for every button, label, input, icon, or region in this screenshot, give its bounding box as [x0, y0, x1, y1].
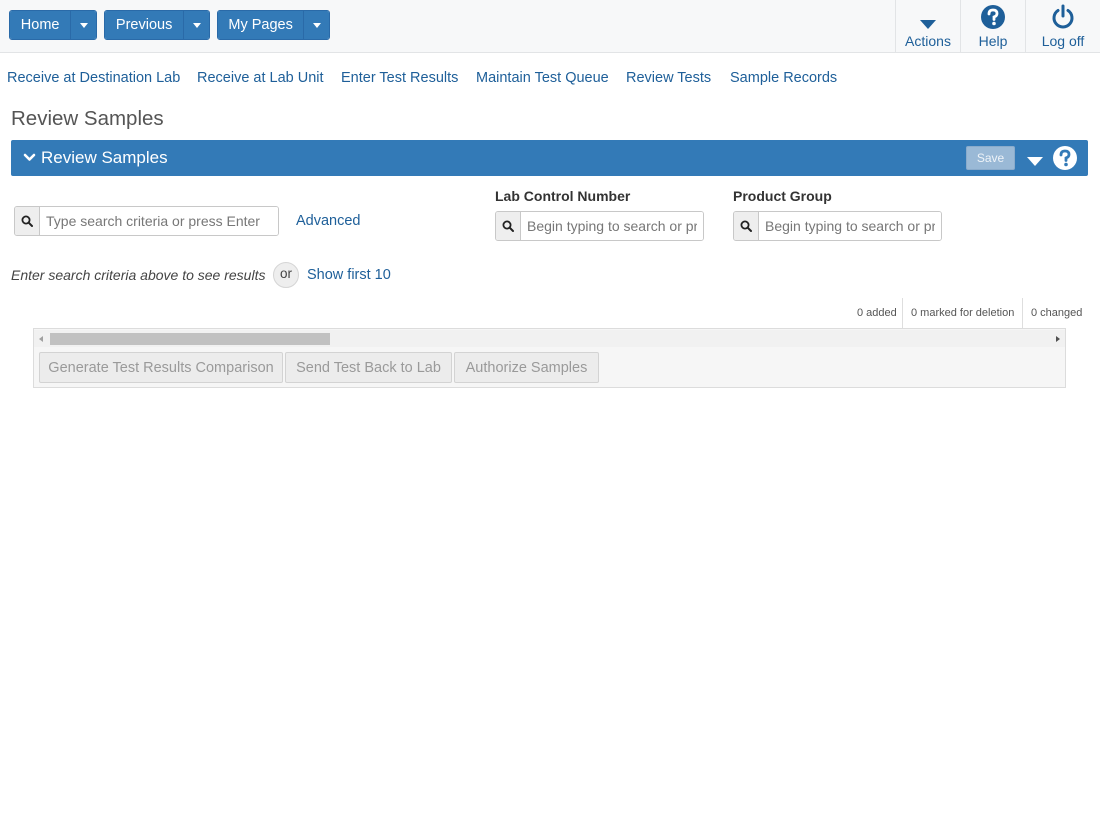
logoff-button[interactable]: Log off	[1025, 0, 1100, 53]
actions-button[interactable]: Actions	[895, 0, 960, 53]
actions-label: Actions	[905, 33, 951, 49]
caret-down-icon	[312, 22, 321, 28]
divider	[1022, 298, 1023, 328]
search-icon[interactable]	[15, 207, 40, 235]
mypages-menu-button[interactable]	[304, 11, 329, 39]
changed-count: 0 changed	[1031, 307, 1083, 319]
top-toolbar: Home Previous My Pages Actions Help Log …	[0, 0, 1100, 53]
panel-menu-icon[interactable]	[1026, 154, 1044, 172]
scroll-right-icon[interactable]	[1056, 336, 1060, 342]
panel-help-icon[interactable]	[1052, 145, 1078, 176]
previous-split-button: Previous	[104, 10, 210, 40]
send-test-back-to-lab-button[interactable]: Send Test Back to Lab	[285, 352, 452, 383]
nav-link-enter-test-results[interactable]: Enter Test Results	[341, 70, 458, 86]
lab-control-number-label: Lab Control Number	[495, 188, 631, 204]
product-group-box	[733, 211, 942, 241]
nav-link-receive-destination-lab[interactable]: Receive at Destination Lab	[7, 70, 180, 86]
authorize-samples-button[interactable]: Authorize Samples	[454, 352, 599, 383]
nav-link-receive-lab-unit[interactable]: Receive at Lab Unit	[197, 70, 324, 86]
help-label: Help	[978, 33, 1008, 49]
divider	[902, 298, 903, 328]
previous-button[interactable]: Previous	[105, 11, 185, 39]
page-title: Review Samples	[11, 107, 164, 130]
added-count: 0 added	[857, 307, 897, 319]
horizontal-scrollbar[interactable]	[34, 330, 1065, 347]
logoff-label: Log off	[1041, 33, 1085, 49]
lab-control-number-box	[495, 211, 704, 241]
mypages-button[interactable]: My Pages	[218, 11, 305, 39]
search-box	[14, 206, 279, 236]
search-icon[interactable]	[496, 212, 521, 240]
triangle-down-icon	[919, 0, 937, 30]
search-icon[interactable]	[734, 212, 759, 240]
panel-header: Review Samples Save	[11, 140, 1088, 176]
search-hint: Enter search criteria above to see resul…	[11, 267, 266, 283]
nav-link-review-tests[interactable]: Review Tests	[626, 70, 711, 86]
show-first-10-link[interactable]: Show first 10	[307, 267, 391, 283]
question-circle-icon	[980, 0, 1006, 30]
advanced-search-link[interactable]: Advanced	[296, 213, 361, 229]
power-icon	[1050, 0, 1076, 30]
lab-control-number-input[interactable]	[521, 212, 703, 240]
nav-link-sample-records[interactable]: Sample Records	[730, 70, 837, 86]
chevron-down-icon[interactable]	[23, 151, 36, 169]
home-split-button: Home	[9, 10, 97, 40]
product-group-input[interactable]	[759, 212, 941, 240]
mypages-split-button: My Pages	[217, 10, 330, 40]
or-badge: or	[273, 262, 299, 288]
nav-link-maintain-test-queue[interactable]: Maintain Test Queue	[476, 70, 609, 86]
product-group-label: Product Group	[733, 188, 832, 204]
deleted-count: 0 marked for deletion	[911, 307, 1015, 319]
save-button[interactable]: Save	[966, 146, 1015, 170]
caret-down-icon	[79, 22, 88, 28]
caret-down-icon	[192, 22, 201, 28]
help-button[interactable]: Help	[960, 0, 1025, 53]
generate-test-results-comparison-button[interactable]: Generate Test Results Comparison	[39, 352, 283, 383]
scrollbar-thumb[interactable]	[50, 333, 330, 345]
scroll-left-icon[interactable]	[39, 336, 43, 342]
results-grid: Generate Test Results Comparison Send Te…	[33, 328, 1066, 388]
previous-menu-button[interactable]	[184, 11, 209, 39]
home-menu-button[interactable]	[71, 11, 96, 39]
panel-title[interactable]: Review Samples	[41, 148, 168, 168]
home-button[interactable]: Home	[10, 11, 72, 39]
search-input[interactable]	[40, 207, 278, 235]
